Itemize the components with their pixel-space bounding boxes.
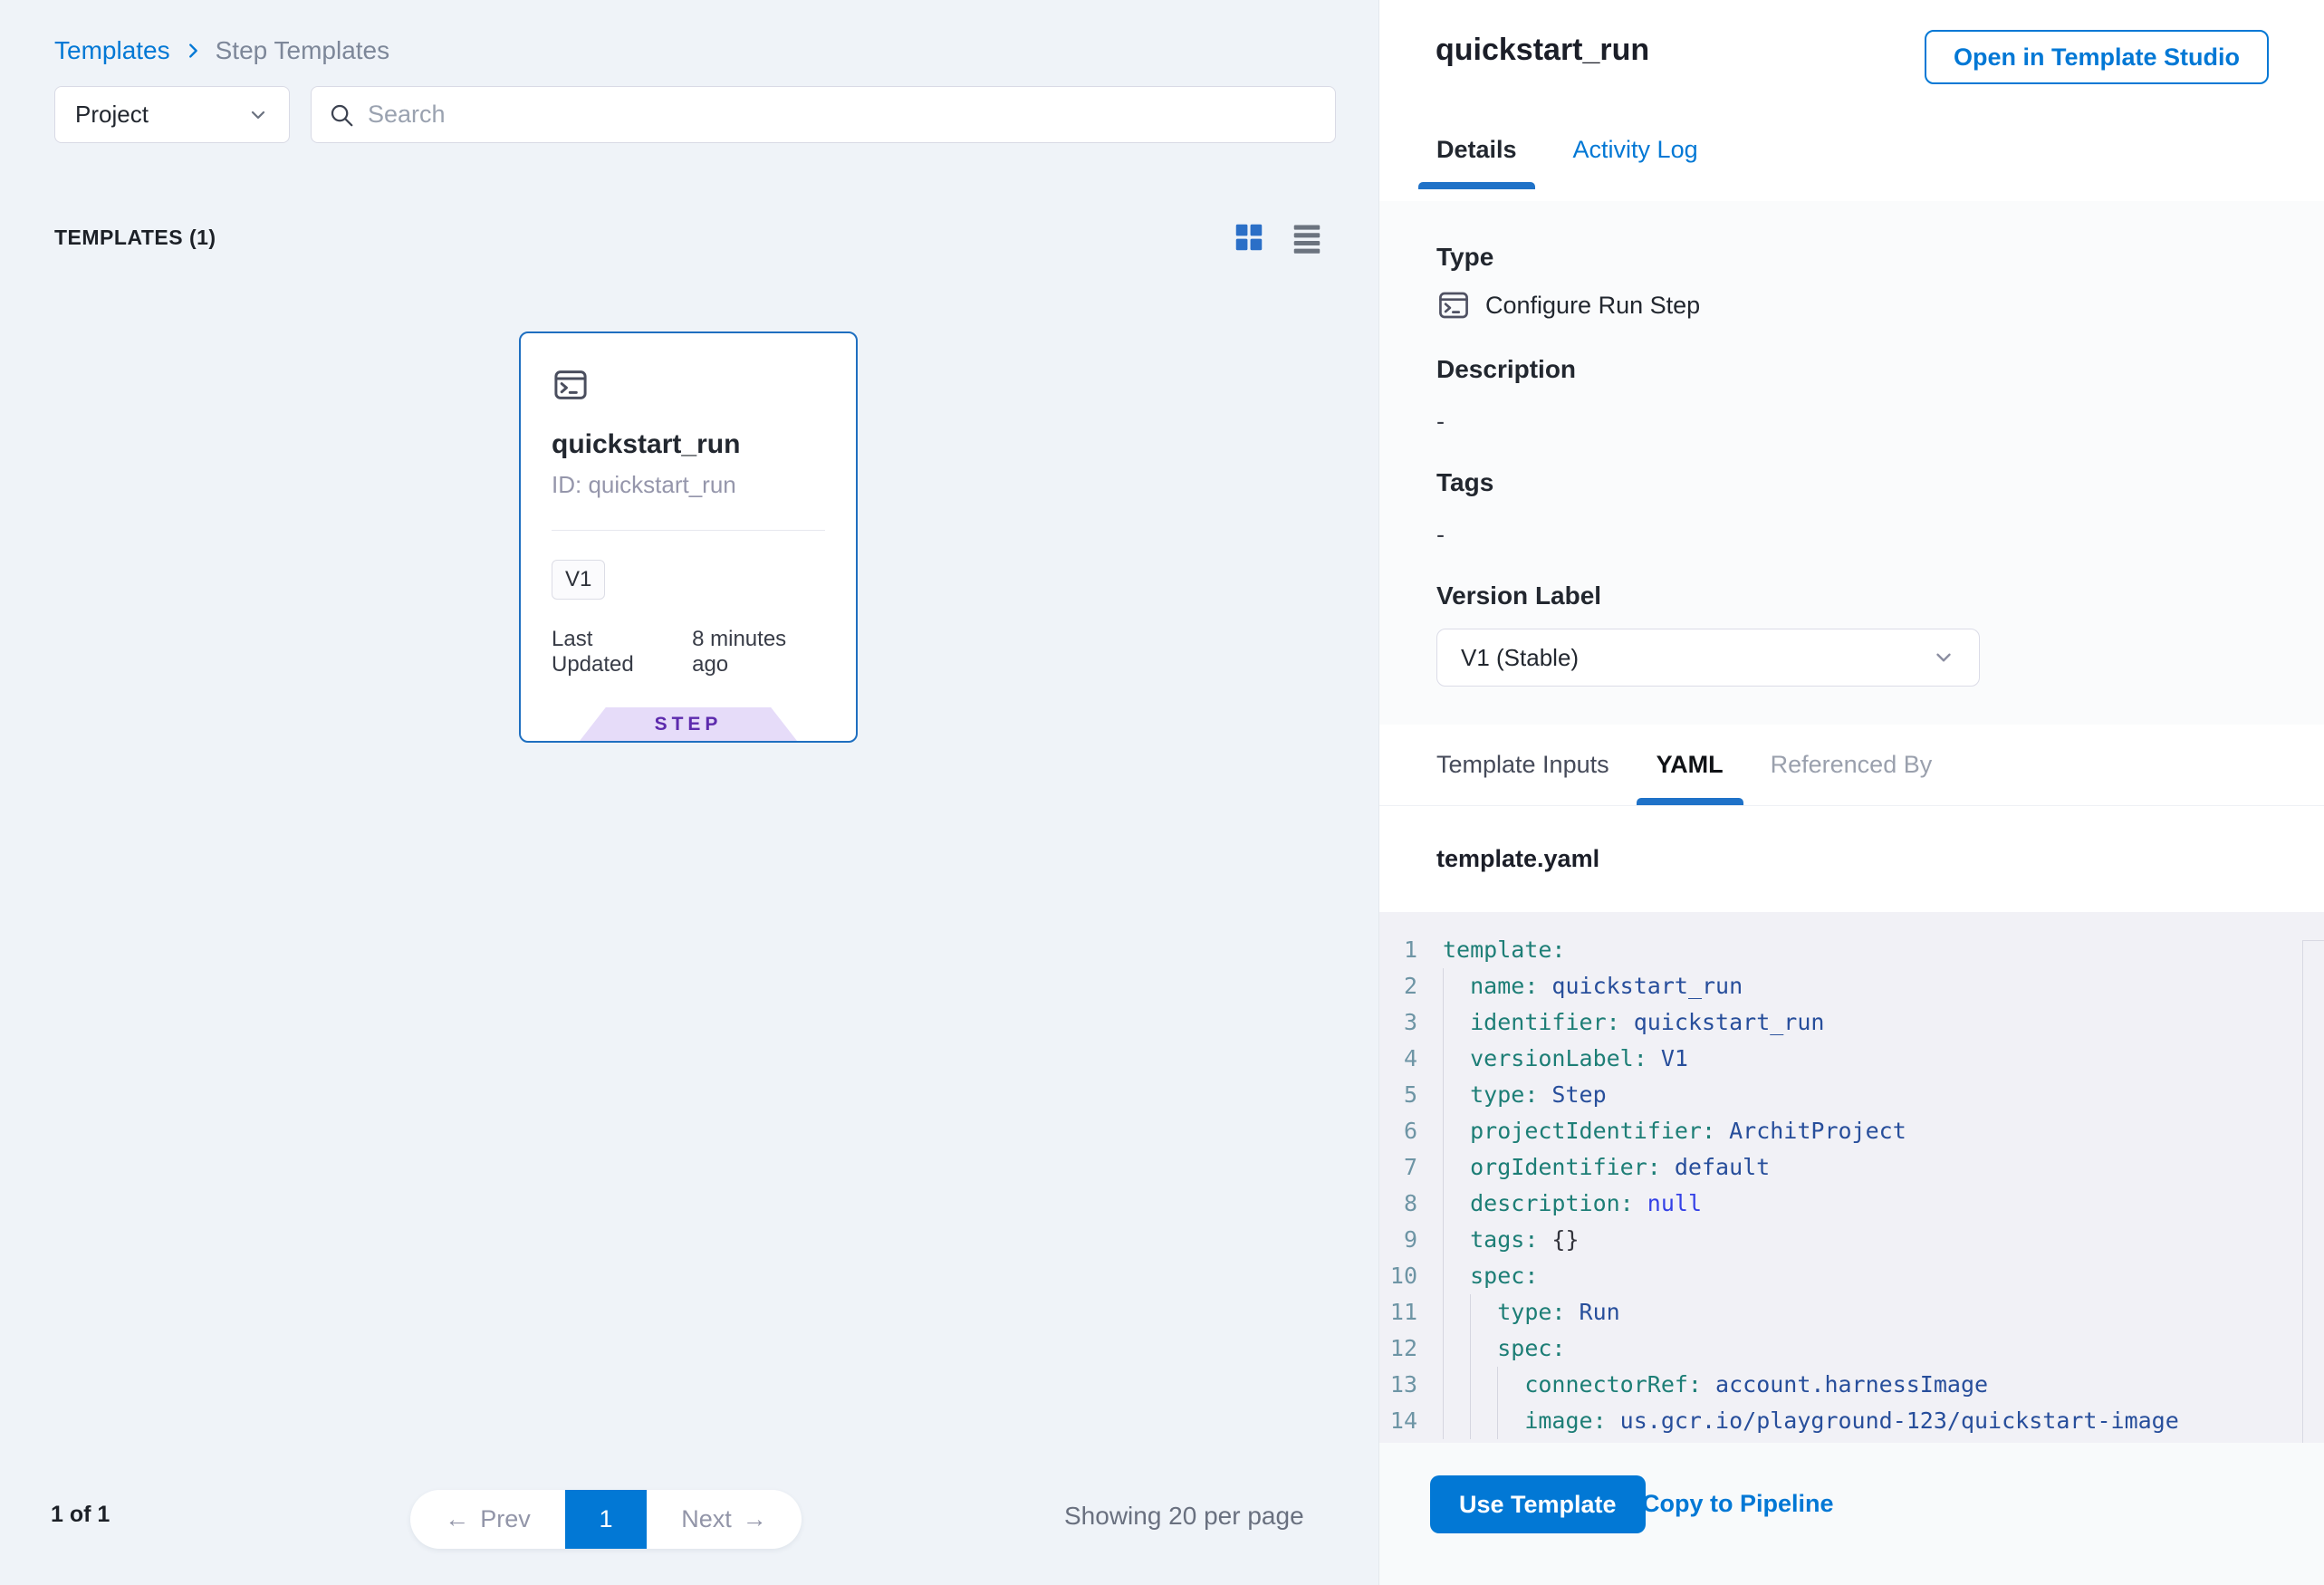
yaml-tab-bar: Template Inputs YAML Referenced By (1379, 725, 2324, 806)
template-card-quickstart-run[interactable]: quickstart_run ID: quickstart_run V1 Las… (519, 331, 858, 743)
description-value: - (1436, 408, 2267, 436)
run-step-terminal-icon (1436, 288, 1471, 322)
grid-view-icon[interactable] (1232, 220, 1266, 255)
yaml-code-line: 13 connectorRef: account.harnessImage (1379, 1367, 2324, 1403)
version-select-value: V1 (Stable) (1461, 644, 1579, 672)
details-header: quickstart_run Open in Template Studio (1379, 0, 2324, 136)
next-label: Next (681, 1505, 732, 1533)
details-section: Type Configure Run Step Description - Ta… (1379, 201, 2324, 725)
tab-activity-log[interactable]: Activity Log (1573, 136, 1698, 189)
tab-yaml[interactable]: YAML (1657, 725, 1724, 805)
details-tab-bar: Details Activity Log (1379, 136, 2324, 201)
yaml-code-line: 5 type: Step (1379, 1077, 2324, 1113)
search-input[interactable] (368, 101, 1319, 129)
template-card-id: ID: quickstart_run (552, 471, 825, 499)
card-divider (552, 530, 825, 531)
tab-template-inputs[interactable]: Template Inputs (1436, 725, 1609, 805)
use-template-button[interactable]: Use Template (1430, 1475, 1646, 1533)
pagination-summary: 1 of 1 (51, 1502, 110, 1528)
yaml-code-line: 11 type: Run (1379, 1294, 2324, 1330)
arrow-left-icon: ← (445, 1505, 469, 1533)
indent-guide (1443, 968, 1444, 1439)
pagination-page-1[interactable]: 1 (565, 1490, 647, 1549)
arrow-right-icon: → (743, 1505, 767, 1533)
yaml-code-line: 12 spec: (1379, 1330, 2324, 1367)
search-box[interactable] (311, 86, 1336, 143)
tags-label: Tags (1436, 468, 2267, 497)
yaml-code-line: 2 name: quickstart_run (1379, 968, 2324, 1004)
yaml-file-row: template.yaml (1379, 806, 2324, 912)
run-step-terminal-icon (552, 366, 825, 404)
step-type-tag: STEP (580, 707, 797, 741)
yaml-code-line: 1template: (1379, 932, 2324, 968)
tab-details[interactable]: Details (1436, 136, 1517, 189)
yaml-code-viewer[interactable]: 1template:2 name: quickstart_run3 identi… (1379, 912, 2324, 1443)
version-select-dropdown[interactable]: V1 (Stable) (1436, 629, 1980, 687)
yaml-code-line: 14 image: us.gcr.io/playground-123/quick… (1379, 1403, 2324, 1439)
indent-guide (1470, 1294, 1471, 1439)
type-value: Configure Run Step (1485, 292, 1700, 320)
scope-selector-dropdown[interactable]: Project (54, 86, 290, 143)
list-view-icon[interactable] (1290, 220, 1324, 255)
indent-guide (1497, 1367, 1498, 1439)
details-footer: Use Template Copy to Pipeline (1379, 1443, 2324, 1585)
type-label: Type (1436, 243, 2267, 272)
breadcrumb: Templates Step Templates (54, 36, 389, 65)
yaml-code-line: 7 orgIdentifier: default (1379, 1149, 2324, 1186)
chevron-right-icon (183, 41, 203, 61)
view-toggles (1232, 220, 1324, 255)
pagination-next-button[interactable]: Next → (647, 1490, 802, 1549)
yaml-code-line: 10 spec: (1379, 1258, 2324, 1294)
copy-to-pipeline-link[interactable]: Copy to Pipeline (1642, 1490, 1834, 1518)
yaml-code-line: 9 tags: {} (1379, 1222, 2324, 1258)
scope-selector-value: Project (75, 101, 149, 129)
yaml-code-line: 6 projectIdentifier: ArchitProject (1379, 1113, 2324, 1149)
pagination-prev-button[interactable]: ← Prev (410, 1490, 565, 1549)
open-template-studio-button[interactable]: Open in Template Studio (1925, 30, 2269, 84)
code-scrollbar-track[interactable] (2302, 940, 2324, 1443)
version-badge: V1 (552, 560, 605, 600)
yaml-code-line: 4 versionLabel: V1 (1379, 1041, 2324, 1077)
last-updated-label: Last Updated (552, 627, 677, 677)
breadcrumb-templates-link[interactable]: Templates (54, 36, 170, 65)
pagination: ← Prev 1 Next → (410, 1490, 802, 1549)
yaml-code-line: 3 identifier: quickstart_run (1379, 1004, 2324, 1041)
yaml-code-lines: 1template:2 name: quickstart_run3 identi… (1379, 932, 2324, 1439)
template-details-panel: quickstart_run Open in Template Studio D… (1378, 0, 2324, 1585)
template-card-title: quickstart_run (552, 429, 825, 460)
last-updated-row: Last Updated 8 minutes ago (552, 627, 825, 677)
per-page-label: Showing 20 per page (1064, 1502, 1304, 1531)
tab-referenced-by[interactable]: Referenced By (1771, 725, 1933, 805)
templates-count-label: TEMPLATES (1) (54, 226, 216, 250)
details-title: quickstart_run (1436, 33, 1649, 68)
version-label: Version Label (1436, 581, 2267, 610)
chevron-down-icon (1932, 646, 1955, 669)
chevron-down-icon (247, 104, 269, 126)
prev-label: Prev (480, 1505, 531, 1533)
description-label: Description (1436, 355, 2267, 384)
last-updated-value: 8 minutes ago (692, 627, 825, 677)
search-icon (328, 101, 355, 129)
tags-value: - (1436, 521, 2267, 549)
templates-list-panel: Templates Step Templates Project TEMPLAT… (0, 0, 1378, 1585)
templates-list-header: TEMPLATES (1) (54, 217, 1324, 257)
breadcrumb-current: Step Templates (216, 36, 390, 65)
yaml-code-line: 8 description: null (1379, 1186, 2324, 1222)
yaml-file-name: template.yaml (1436, 845, 1599, 873)
type-value-row: Configure Run Step (1436, 288, 2267, 322)
